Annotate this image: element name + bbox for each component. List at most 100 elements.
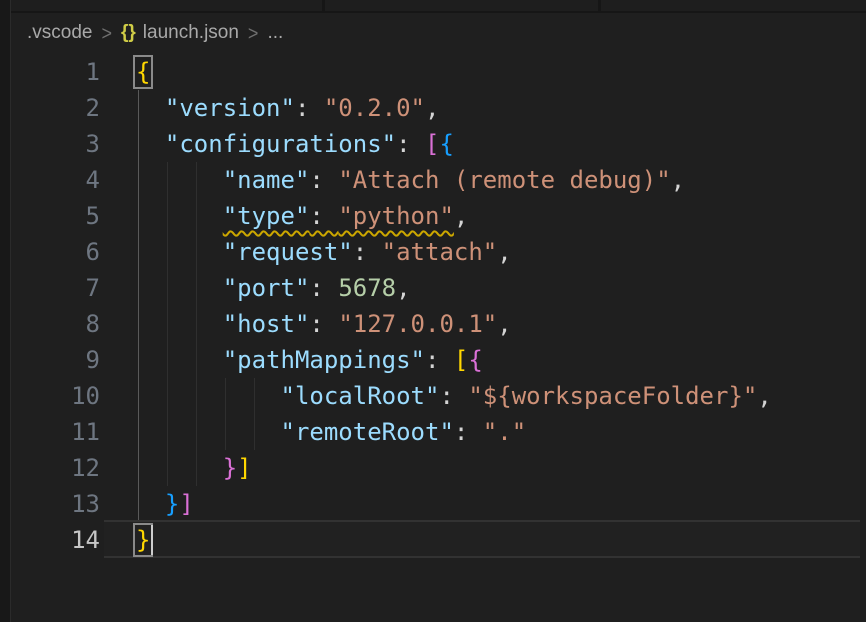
code-text: "type": "python", — [136, 198, 866, 234]
token: : — [439, 382, 468, 410]
token: : — [353, 238, 382, 266]
token: "Attach (remote debug)" — [338, 166, 670, 194]
code-line[interactable]: 12 }] — [11, 450, 866, 486]
breadcrumb: .vscode > {} launch.json > ... — [11, 13, 866, 53]
line-number[interactable]: 2 — [11, 90, 136, 126]
token: "request" — [223, 238, 353, 266]
token: [ — [454, 346, 468, 374]
token: : — [425, 346, 454, 374]
code-text: "localRoot": "${workspaceFolder}", — [136, 378, 866, 414]
breadcrumb-file[interactable]: launch.json — [143, 22, 239, 44]
token: ] — [237, 454, 251, 482]
code-text: } — [136, 522, 866, 558]
line-number[interactable]: 6 — [11, 234, 136, 270]
code-text: "request": "attach", — [136, 234, 866, 270]
token: "host" — [223, 310, 310, 338]
token: "pathMappings" — [223, 346, 425, 374]
token: } — [223, 454, 237, 482]
token: } — [165, 490, 179, 518]
token: : — [454, 418, 483, 446]
line-number[interactable]: 1 — [11, 54, 136, 90]
chevron-right-icon: > — [101, 21, 112, 45]
code-line[interactable]: 2 "version": "0.2.0", — [11, 90, 866, 126]
code-line[interactable]: 11 "remoteRoot": "." — [11, 414, 866, 450]
token: "python" — [338, 202, 454, 230]
token: { — [439, 130, 453, 158]
token: "localRoot" — [281, 382, 440, 410]
token: : — [309, 166, 338, 194]
line-number[interactable]: 13 — [11, 486, 136, 522]
token: [ — [425, 130, 439, 158]
code-text: "version": "0.2.0", — [136, 90, 866, 126]
line-number[interactable]: 7 — [11, 270, 136, 306]
code-line[interactable]: 13 }] — [11, 486, 866, 522]
token: "127.0.0.1" — [338, 310, 497, 338]
token: "remoteRoot" — [281, 418, 454, 446]
code-line[interactable]: 4 "name": "Attach (remote debug)", — [11, 162, 866, 198]
token: , — [671, 166, 685, 194]
breadcrumb-folder[interactable]: .vscode — [27, 22, 92, 44]
line-number[interactable]: 9 — [11, 342, 136, 378]
line-number[interactable]: 8 — [11, 306, 136, 342]
token: ] — [179, 490, 193, 518]
token: 5678 — [338, 274, 396, 302]
code-line[interactable]: 14} — [11, 522, 866, 558]
token: "0.2.0" — [324, 94, 425, 122]
token: : — [295, 94, 324, 122]
line-number[interactable]: 10 — [11, 378, 136, 414]
code-line[interactable]: 10 "localRoot": "${workspaceFolder}", — [11, 378, 866, 414]
tab-separator — [598, 0, 601, 11]
token: : — [309, 202, 338, 230]
matched-bracket: { — [136, 58, 150, 86]
tab-bar-strip — [0, 0, 866, 13]
token: , — [497, 310, 511, 338]
code-line[interactable]: 9 "pathMappings": [{ — [11, 342, 866, 378]
token: "port" — [223, 274, 310, 302]
code-text: }] — [136, 486, 866, 522]
code-text: "pathMappings": [{ — [136, 342, 866, 378]
token: , — [497, 238, 511, 266]
text-cursor — [151, 525, 153, 555]
token: "attach" — [382, 238, 498, 266]
warning-squiggle: "type": "python" — [223, 202, 454, 230]
code-line[interactable]: 6 "request": "attach", — [11, 234, 866, 270]
token: : — [309, 310, 338, 338]
line-number[interactable]: 11 — [11, 414, 136, 450]
line-number[interactable]: 4 — [11, 162, 136, 198]
code-text: "remoteRoot": "." — [136, 414, 866, 450]
code-line[interactable]: 5 "type": "python", — [11, 198, 866, 234]
token: "configurations" — [165, 130, 396, 158]
line-number[interactable]: 14 — [11, 522, 136, 558]
line-number[interactable]: 3 — [11, 126, 136, 162]
token: "version" — [165, 94, 295, 122]
code-line[interactable]: 8 "host": "127.0.0.1", — [11, 306, 866, 342]
breadcrumb-symbols-ellipsis[interactable]: ... — [267, 22, 283, 44]
left-rail — [0, 0, 11, 622]
code-text: }] — [136, 450, 866, 486]
token: "${workspaceFolder}" — [468, 382, 757, 410]
token: "name" — [223, 166, 310, 194]
code-line[interactable]: 3 "configurations": [{ — [11, 126, 866, 162]
chevron-right-icon: > — [248, 21, 259, 45]
token: { — [468, 346, 482, 374]
token: , — [396, 274, 410, 302]
code-line[interactable]: 7 "port": 5678, — [11, 270, 866, 306]
code-text: { — [136, 54, 866, 90]
token: , — [454, 202, 468, 230]
token: "type" — [223, 202, 310, 230]
token: : — [396, 130, 425, 158]
code-line[interactable]: 1{ — [11, 54, 866, 90]
code-text: "name": "Attach (remote debug)", — [136, 162, 866, 198]
code-text: "port": 5678, — [136, 270, 866, 306]
vscode-window: .vscode > {} launch.json > ... 1{2 "vers… — [0, 0, 866, 622]
tab-separator — [322, 0, 325, 11]
token: , — [425, 94, 439, 122]
code-text: "host": "127.0.0.1", — [136, 306, 866, 342]
token: "." — [483, 418, 526, 446]
token: : — [309, 274, 338, 302]
line-number[interactable]: 12 — [11, 450, 136, 486]
token: , — [757, 382, 771, 410]
json-file-icon: {} — [121, 22, 136, 44]
line-number[interactable]: 5 — [11, 198, 136, 234]
code-editor[interactable]: 1{2 "version": "0.2.0",3 "configurations… — [11, 54, 866, 558]
